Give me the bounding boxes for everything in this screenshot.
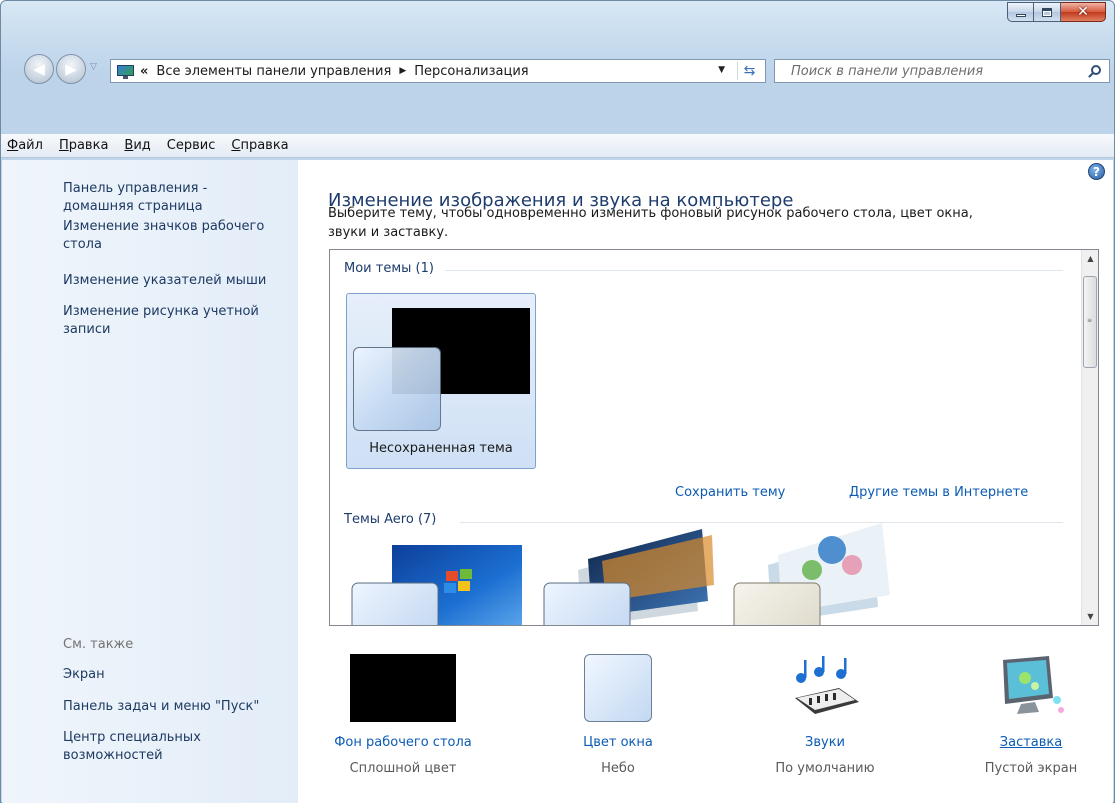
menu-file[interactable]: Файл: [5, 138, 51, 153]
address-overflow-chevrons[interactable]: «: [140, 64, 148, 79]
menu-edit[interactable]: Правка: [51, 138, 116, 153]
minimize-icon: [1015, 13, 1026, 17]
desktop-background-swatch: [350, 654, 456, 722]
scroll-down-arrow-icon[interactable]: ▼: [1082, 608, 1098, 625]
help-icon[interactable]: ?: [1088, 163, 1105, 180]
refresh-icon[interactable]: ⇆: [737, 62, 761, 80]
forward-button[interactable]: ▶: [56, 54, 86, 84]
aero-theme-windows7[interactable]: [350, 515, 535, 625]
window-color-value: Небо: [601, 761, 635, 776]
search-icon[interactable]: [1087, 64, 1103, 80]
aero-theme-characters[interactable]: [732, 515, 917, 625]
window-color-swatch: [584, 654, 652, 722]
desktop-background-value: Сплошной цвет: [349, 761, 457, 776]
scroll-up-arrow-icon[interactable]: ▲: [1082, 250, 1098, 267]
maximize-icon: [1042, 7, 1052, 17]
window-color-item[interactable]: Цвет окна Небо: [543, 654, 693, 779]
theme-window-preview: [353, 347, 441, 431]
back-arrow-icon: ◀: [33, 60, 45, 78]
group-divider: [445, 270, 1063, 271]
menu-tools[interactable]: Сервис: [159, 138, 224, 153]
menu-bar: Файл Правка Вид Сервис Справка: [1, 134, 1114, 158]
my-themes-header: Мои темы (1): [344, 261, 434, 276]
sounds-link[interactable]: Звуки: [750, 733, 900, 753]
breadcrumb-personalization[interactable]: Персонализация: [414, 64, 528, 79]
sounds-icon: [795, 656, 859, 714]
menu-help[interactable]: Справка: [223, 138, 296, 153]
close-button[interactable]: ✕: [1061, 2, 1106, 22]
main-content: ? Изменение изображения и звука на компь…: [298, 160, 1113, 803]
page-description: Выберите тему, чтобы одновременно измени…: [328, 206, 973, 240]
desktop-background-item[interactable]: Фон рабочего стола Сплошной цвет: [328, 654, 478, 779]
maximize-button[interactable]: [1034, 2, 1061, 22]
change-account-picture-link[interactable]: Изменение рисунка учетной записи: [63, 303, 291, 339]
unsaved-theme-tile[interactable]: Несохраненная тема: [346, 293, 536, 469]
screen-saver-link[interactable]: Заставка: [956, 733, 1106, 753]
screen-saver-icon: [1003, 656, 1064, 714]
change-desktop-icons-link[interactable]: Изменение значков рабочего стола: [63, 218, 291, 254]
search-placeholder: Поиск в панели управления: [791, 63, 984, 79]
back-button[interactable]: ◀: [24, 54, 54, 84]
change-mouse-pointers-link[interactable]: Изменение указателей мыши: [63, 272, 291, 290]
architecture-theme-thumbnail: [543, 529, 714, 625]
taskbar-start-menu-link[interactable]: Панель задач и меню "Пуск": [63, 698, 291, 716]
save-theme-link[interactable]: Сохранить тему: [675, 485, 785, 500]
ease-of-access-link[interactable]: Центр специальных возможностей: [63, 729, 291, 765]
scrollbar-thumb[interactable]: ≡: [1083, 276, 1097, 368]
recent-pages-dropdown[interactable]: ▽: [90, 62, 97, 72]
forward-arrow-icon: ▶: [65, 60, 77, 78]
caption-buttons: ✕: [1007, 2, 1106, 22]
theme-list[interactable]: Мои темы (1) Несохраненная тема Сохранит…: [329, 249, 1099, 626]
screen-saver-item[interactable]: Заставка Пустой экран: [956, 654, 1106, 779]
screen-saver-value: Пустой экран: [984, 761, 1078, 776]
desktop-background-link[interactable]: Фон рабочего стола: [328, 733, 478, 753]
display-link[interactable]: Экран: [63, 666, 291, 684]
close-icon: ✕: [1077, 4, 1089, 20]
characters-theme-thumbnail: [733, 523, 890, 625]
sounds-value: По умолчанию: [775, 761, 875, 776]
window-color-link[interactable]: Цвет окна: [543, 733, 693, 753]
address-dropdown-icon[interactable]: ▼: [718, 65, 725, 75]
theme-list-scrollbar[interactable]: ▲ ≡ ▼: [1081, 250, 1098, 625]
search-input[interactable]: Поиск в панели управления: [774, 59, 1110, 83]
task-pane: Панель управления - домашняя страница Изм…: [2, 160, 298, 803]
address-bar[interactable]: « Все элементы панели управления ▶ Персо…: [110, 59, 766, 83]
windows7-theme-thumbnail: [351, 545, 522, 625]
aero-theme-architecture[interactable]: [542, 515, 727, 625]
more-themes-online-link[interactable]: Другие темы в Интернете: [849, 485, 1028, 500]
menu-view[interactable]: Вид: [116, 138, 158, 153]
breadcrumb-arrow-icon[interactable]: ▶: [399, 66, 406, 76]
control-panel-home-link[interactable]: Панель управления - домашняя страница: [63, 180, 291, 216]
see-also-heading: См. также: [63, 637, 134, 652]
breadcrumb-all-items[interactable]: Все элементы панели управления: [156, 64, 391, 79]
minimize-button[interactable]: [1007, 2, 1034, 22]
control-panel-icon: [117, 64, 134, 79]
sounds-item[interactable]: Звуки По умолчанию: [750, 654, 900, 779]
unsaved-theme-label: Несохраненная тема: [369, 441, 513, 456]
